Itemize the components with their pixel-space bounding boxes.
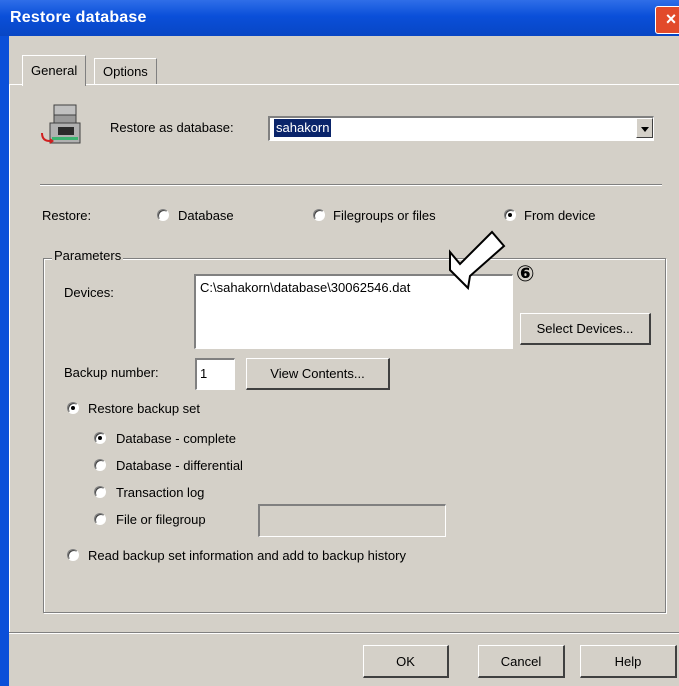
bottom-separator (9, 632, 679, 634)
database-server-icon (41, 104, 81, 144)
restore-database-radio[interactable] (157, 209, 169, 221)
device-item[interactable]: C:\sahakorn\database\30062546.dat (200, 280, 410, 295)
close-icon: × (665, 9, 677, 29)
database-complete-label[interactable]: Database - complete (116, 431, 236, 446)
transaction-log-radio[interactable] (94, 486, 106, 498)
annotation-number: ⑥ (516, 262, 535, 287)
restore-label: Restore: (42, 208, 92, 223)
database-complete-radio[interactable] (94, 432, 106, 444)
file-or-filegroup-input[interactable] (258, 504, 446, 537)
backup-number-value: 1 (200, 366, 208, 381)
transaction-log-label[interactable]: Transaction log (116, 485, 204, 500)
restore-backup-set-label[interactable]: Restore backup set (88, 401, 200, 416)
tab-general[interactable]: General (22, 55, 87, 86)
tab-label: General (31, 63, 78, 78)
close-button[interactable]: × (655, 6, 679, 34)
annotation-arrow-icon (449, 230, 506, 291)
backup-number-input[interactable]: 1 (195, 358, 235, 390)
chevron-down-icon[interactable] (636, 118, 653, 138)
restore-database-label[interactable]: Database (178, 208, 234, 223)
window-title: Restore database (10, 9, 147, 26)
devices-label: Devices: (64, 285, 114, 300)
file-or-filegroup-radio[interactable] (94, 513, 106, 525)
ok-button[interactable]: OK (363, 645, 449, 678)
backup-number-label: Backup number: (64, 365, 159, 380)
cancel-button[interactable]: Cancel (478, 645, 565, 678)
restore-as-label: Restore as database: (110, 120, 234, 135)
restore-filegroups-label[interactable]: Filegroups or files (333, 208, 436, 223)
select-devices-button[interactable]: Select Devices... (520, 313, 651, 345)
window-frame (0, 36, 9, 686)
restore-backup-set-radio[interactable] (67, 402, 79, 414)
restore-from-device-radio[interactable] (504, 209, 516, 221)
database-differential-label[interactable]: Database - differential (116, 458, 243, 473)
restore-from-device-label[interactable]: From device (524, 208, 596, 223)
view-contents-button[interactable]: View Contents... (246, 358, 390, 390)
tab-label: Options (103, 64, 148, 79)
read-backup-info-radio[interactable] (67, 549, 79, 561)
read-backup-info-label[interactable]: Read backup set information and add to b… (88, 548, 406, 563)
parameters-legend: Parameters (52, 248, 124, 263)
tab-options[interactable]: Options (94, 58, 157, 85)
restore-as-database-combo[interactable]: sahakorn (268, 116, 654, 141)
database-differential-radio[interactable] (94, 459, 106, 471)
separator (40, 184, 662, 186)
restore-as-database-value: sahakorn (274, 119, 332, 137)
file-or-filegroup-label[interactable]: File or filegroup (116, 512, 206, 527)
restore-filegroups-radio[interactable] (313, 209, 325, 221)
help-button[interactable]: Help (580, 645, 677, 678)
